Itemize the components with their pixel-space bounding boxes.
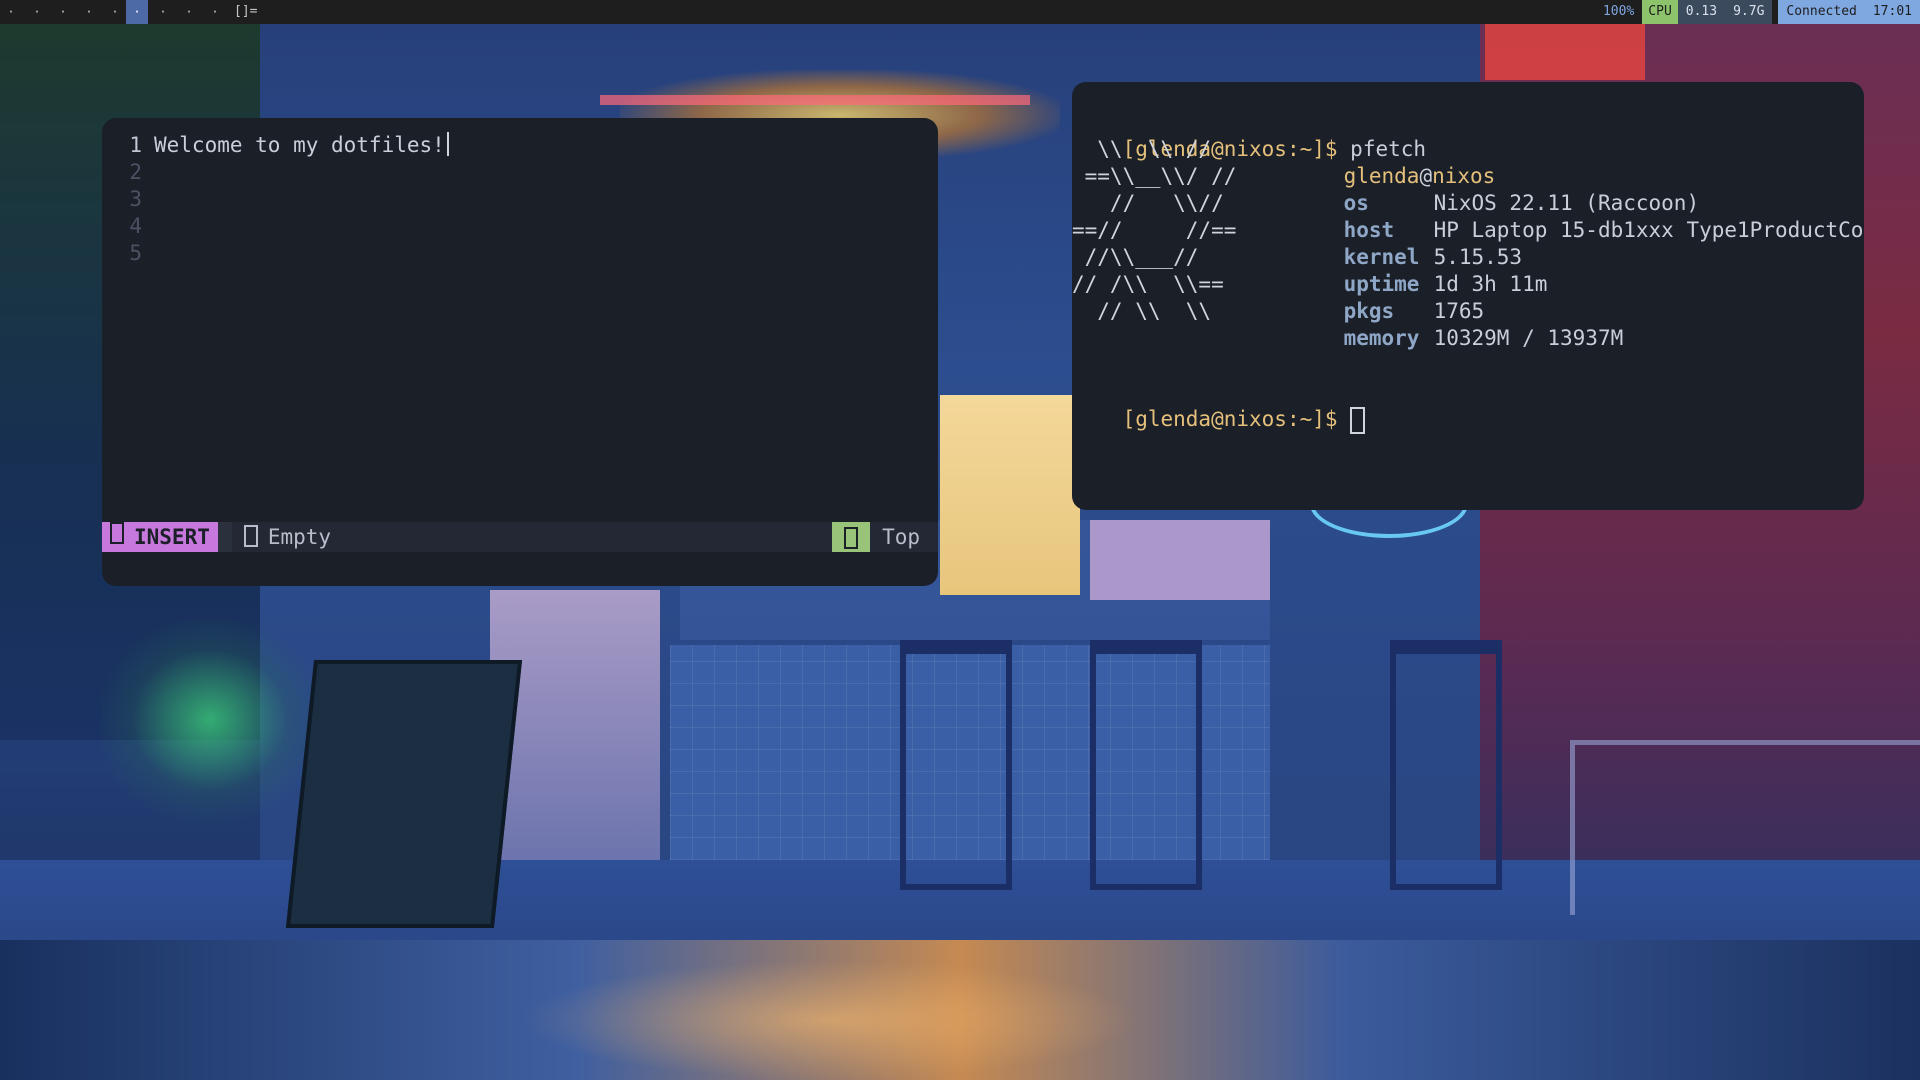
editor-line[interactable]: 4 (102, 213, 938, 240)
position-label: Top (882, 525, 920, 549)
mode-label: INSERT (134, 525, 210, 549)
position-section: Top (832, 522, 938, 552)
position-icon (832, 522, 871, 552)
wallpaper-green-glow (100, 620, 320, 820)
wallpaper-neon-bar (600, 95, 1030, 105)
terminal-command-line: [glenda@nixos:~]$ pfetch (1072, 109, 1426, 161)
workspace-tag-8[interactable]: · (178, 0, 200, 24)
terminal-input-line[interactable]: [glenda@nixos:~]$ (1072, 379, 1366, 434)
nix-logo-line: // /\\ \\== (1072, 272, 1224, 296)
editor-line[interactable]: 5 (102, 240, 938, 267)
workspace-tag-3[interactable]: · (52, 0, 74, 24)
line-number: 4 (129, 214, 142, 238)
fetch-row: kernel 5.15.53 (1293, 217, 1523, 269)
status-modules: 100% CPU 0.13 9.7G Connected 17:01 (1594, 0, 1920, 24)
file-status-label: Empty (267, 525, 332, 549)
wallpaper-red-sign (1485, 20, 1645, 80)
workspace-tag-5[interactable]: · (104, 0, 126, 24)
layout-indicator[interactable]: []= (234, 0, 257, 24)
clock[interactable]: 17:01 (1864, 0, 1920, 24)
nix-logo-line: //\\___// (1072, 245, 1199, 269)
nix-logo-line: ==\\__\\/ // (1072, 164, 1237, 188)
fetch-key: memory (1343, 326, 1420, 350)
workspace-tag-6-active[interactable]: · (126, 0, 148, 24)
nix-logo-line: ==// //== (1072, 218, 1237, 242)
memory-usage: 9.7G (1725, 0, 1773, 24)
workspace-tag-2[interactable]: · (26, 0, 48, 24)
editor-line[interactable]: 2 (102, 159, 938, 186)
wallpaper-stool (1390, 640, 1502, 890)
terminal-cursor (1350, 406, 1366, 434)
fetch-row: uptime 1d 3h 11m (1293, 244, 1548, 296)
text-cursor (446, 132, 449, 156)
workspace-tag-9[interactable]: · (204, 0, 226, 24)
nix-logo-line: // \\// (1072, 191, 1224, 215)
wallpaper-street-reflection (520, 960, 1140, 1080)
workspace-tag-7[interactable]: · (152, 0, 174, 24)
terminal-window[interactable]: [glenda@nixos:~]$ pfetch \\ \\ // ==\\__… (1072, 82, 1864, 510)
wallpaper-door (490, 590, 660, 860)
line-number: 5 (129, 241, 142, 265)
wallpaper-railing (1570, 740, 1920, 915)
wallpaper-stool (900, 640, 1012, 890)
workspace-tag-4[interactable]: · (78, 0, 100, 24)
wallpaper-lit-window (940, 395, 1080, 595)
file-icon (243, 525, 258, 547)
network-status[interactable]: Connected (1778, 0, 1865, 24)
volume-indicator[interactable]: 100% (1594, 0, 1643, 24)
line-text[interactable]: Welcome to my dotfiles! (154, 132, 445, 159)
line-number: 1 (129, 133, 142, 157)
wallpaper-menu-board (285, 660, 523, 928)
wallpaper-stool (1090, 640, 1202, 890)
editor-window[interactable]: 1 Welcome to my dotfiles! 2 3 4 5 INSERT… (102, 118, 938, 586)
line-number: 2 (129, 160, 142, 184)
nix-logo-line: \\ \\ // (1072, 137, 1212, 161)
fetch-value: 10329M / 13937M (1433, 326, 1624, 350)
editor-line[interactable]: 1 Welcome to my dotfiles! (102, 132, 938, 159)
shell-prompt: [glenda@nixos:~]$ (1122, 407, 1338, 431)
cpu-label: CPU (1642, 0, 1678, 24)
fetch-row: os NixOS 22.11 (Raccoon) (1293, 163, 1700, 215)
nix-logo-line: // \\ \\ (1072, 299, 1212, 323)
file-status: Empty (232, 525, 343, 549)
fetch-row: pkgs 1765 (1293, 271, 1485, 323)
fetch-row: memory 10329M / 13937M (1293, 298, 1624, 350)
editor-buffer[interactable]: 1 Welcome to my dotfiles! 2 3 4 5 (102, 132, 938, 267)
workspace-tag-1[interactable]: · (0, 0, 22, 24)
statusline-separator (217, 522, 232, 552)
wallpaper-lit-window-2 (1090, 520, 1270, 600)
fetch-user-host: glenda@nixos (1343, 164, 1496, 188)
editor-line[interactable]: 3 (102, 186, 938, 213)
fetch-row: host HP Laptop 15-db1xxx Type1ProductCond (1293, 190, 1864, 242)
mode-indicator: INSERT (102, 522, 218, 552)
status-bar: · · · · · · · · · []= 100% CPU 0.13 9.7G… (0, 0, 1920, 24)
cpu-load: 0.13 (1677, 0, 1726, 24)
editor-statusline: INSERT Empty Top (102, 522, 938, 552)
line-number: 3 (129, 187, 142, 211)
mode-icon (110, 522, 124, 544)
